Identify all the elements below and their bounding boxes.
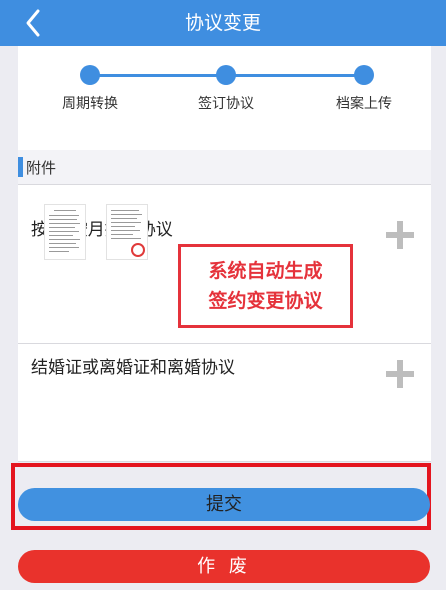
section-label: 附件 bbox=[26, 159, 57, 177]
attachment-title: 结婚证或离婚证和离婚协议 bbox=[31, 358, 235, 378]
red-seal-icon bbox=[131, 243, 145, 257]
step-dot-2 bbox=[216, 65, 236, 85]
page-title: 协议变更 bbox=[184, 12, 261, 34]
header-bar: 协议变更 bbox=[0, 0, 446, 46]
progress-steps: 周期转换 签订协议 档案上传 bbox=[18, 46, 431, 146]
step-label-1: 周期转换 bbox=[62, 96, 118, 112]
void-button[interactable]: 作 废 bbox=[18, 550, 430, 583]
annotation-line-1: 系统自动生成 bbox=[208, 260, 323, 282]
add-attachment-plus-icon[interactable] bbox=[386, 360, 414, 388]
add-attachment-plus-icon[interactable] bbox=[386, 221, 414, 249]
step-dot-3 bbox=[354, 65, 374, 85]
agreement-thumbnail-page-1[interactable] bbox=[44, 204, 86, 260]
annotation-line-2: 签约变更协议 bbox=[208, 290, 323, 312]
step-label-3: 档案上传 bbox=[336, 96, 392, 112]
auto-generated-annotation: 系统自动生成 签约变更协议 bbox=[178, 244, 353, 328]
section-accent-bar bbox=[18, 157, 23, 177]
step-dot-1 bbox=[80, 65, 100, 85]
attachments-section-header: 附件 bbox=[18, 150, 431, 185]
agreement-thumbnail-page-2[interactable] bbox=[106, 204, 148, 260]
submit-button[interactable]: 提交 bbox=[18, 488, 430, 521]
step-label-2: 签订协议 bbox=[198, 96, 254, 112]
attachment-item-marriage: 结婚证或离婚证和离婚协议 bbox=[18, 343, 431, 462]
